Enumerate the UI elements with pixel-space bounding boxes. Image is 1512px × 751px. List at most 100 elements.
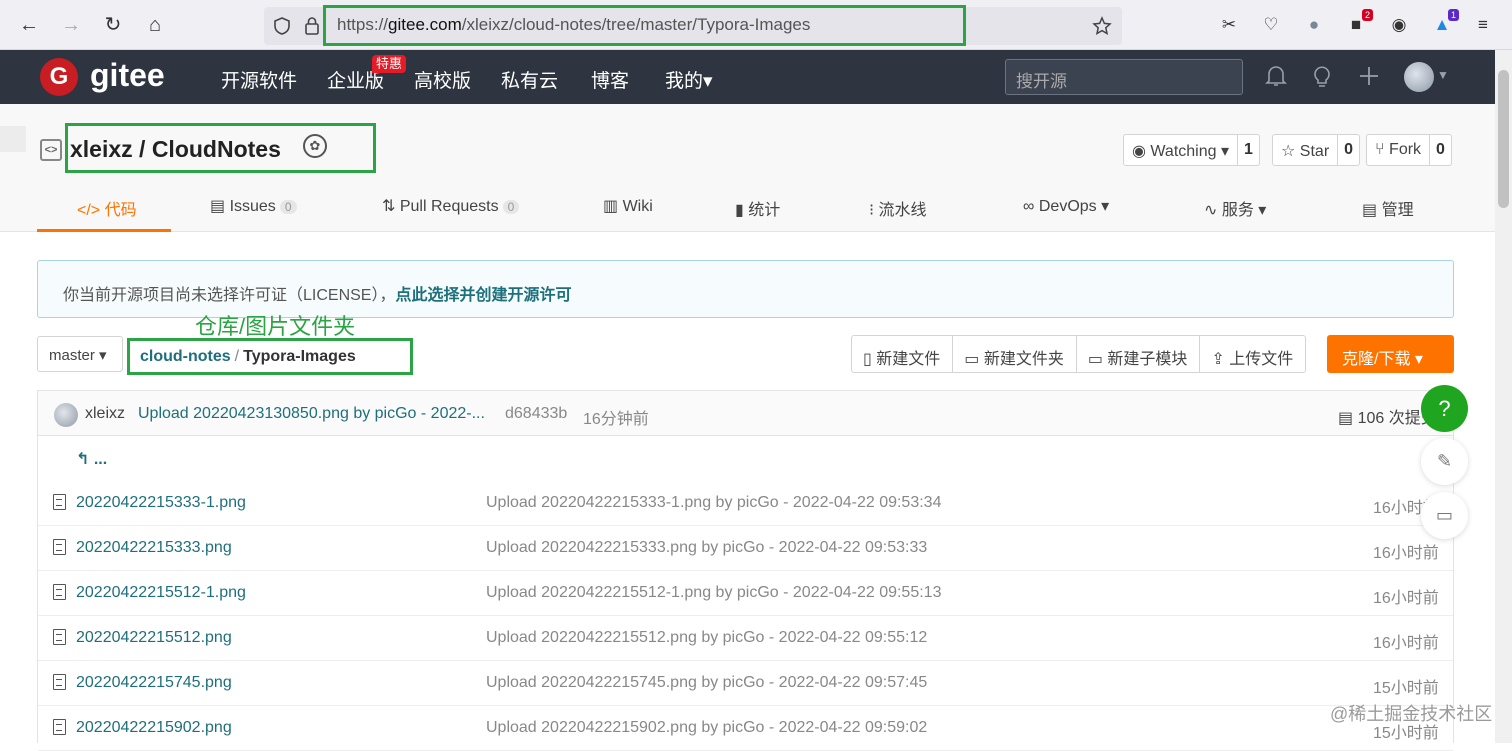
file-row[interactable]: 20220422215745.png Upload 20220422215745.… (38, 661, 1453, 706)
breadcrumb-separator: / (234, 348, 240, 365)
license-notice-text: 你当前开源项目尚未选择许可证（LICENSE）， (63, 287, 396, 304)
chat-icon[interactable]: ▭ (1421, 492, 1468, 539)
tab-code-label: </> 代码 (77, 202, 137, 219)
star-label-text: Star (1299, 143, 1330, 160)
watch-label[interactable]: ◉ Watching ▾ (1124, 135, 1237, 165)
screenshot-extension-icon[interactable]: ✂ (1218, 14, 1240, 36)
back-arrow-icon[interactable]: ← (16, 12, 42, 38)
tab-issues[interactable]: ▤ Issues 0 (210, 196, 297, 232)
file-commit-message[interactable]: Upload 20220422215512-1.png by picGo - 2… (486, 584, 941, 602)
breadcrumb: cloud-notes / Typora-Images (140, 348, 356, 366)
shield-icon[interactable] (273, 17, 291, 35)
watch-count[interactable]: 1 (1236, 135, 1259, 165)
url-path: /xleixz/cloud-notes/tree/master/Typora-I… (461, 15, 811, 34)
glasses-extension-icon[interactable]: ◉ (1388, 14, 1410, 36)
file-row[interactable]: 20220422215902.png Upload 20220422215902.… (38, 706, 1453, 751)
new-folder-button[interactable]: ▭ 新建文件夹 (952, 336, 1076, 372)
lightbulb-icon[interactable] (1311, 64, 1333, 88)
file-name-link[interactable]: 20220422215745.png (76, 674, 232, 692)
star-label[interactable]: ☆ Star (1273, 135, 1337, 165)
file-row[interactable]: 20220422215333-1.png Upload 2022042221533… (38, 481, 1453, 526)
parent-directory-link[interactable]: ↰ ... (76, 449, 107, 469)
bell-icon[interactable] (1265, 64, 1287, 88)
file-time: 15小时前 (1373, 680, 1439, 697)
url-text[interactable]: https://gitee.com/xleixz/cloud-notes/tre… (337, 15, 810, 35)
branch-select[interactable]: master ▾ (37, 336, 123, 372)
fork-count[interactable]: 0 (1429, 135, 1451, 165)
tab-wiki[interactable]: ▥ Wiki (603, 196, 653, 232)
scrollbar-thumb[interactable] (1498, 70, 1509, 208)
pocket-icon[interactable]: ♡ (1260, 14, 1282, 36)
fork-button[interactable]: ⑂ Fork 0 (1366, 134, 1452, 166)
extension-icon-2[interactable]: ▲ 1 (1431, 9, 1459, 36)
tab-stats[interactable]: ▮ 统计 (735, 196, 780, 232)
fork-label[interactable]: ⑂ Fork (1367, 135, 1429, 165)
plus-icon[interactable] (1358, 64, 1380, 88)
nav-open-source[interactable]: 开源软件 (221, 66, 297, 93)
file-name-link[interactable]: 20220422215512-1.png (76, 584, 246, 602)
file-name-link[interactable]: 20220422215512.png (76, 629, 232, 647)
tab-pull-requests[interactable]: ⇅ Pull Requests 0 (382, 196, 520, 232)
new-submodule-button[interactable]: ▭ 新建子模块 (1075, 336, 1200, 372)
repo-title-annotation-box (65, 123, 376, 173)
search-input[interactable]: 搜开源 (1005, 59, 1243, 95)
extension-icon[interactable]: ■ 2 (1345, 9, 1373, 36)
star-button[interactable]: ☆ Star 0 (1272, 134, 1361, 166)
clone-download-button[interactable]: 克隆/下载 ▾ (1327, 335, 1454, 373)
lock-icon[interactable] (304, 16, 320, 36)
new-file-button[interactable]: ▯ 新建文件 (852, 336, 952, 372)
tab-services[interactable]: ∿ 服务 ▾ (1204, 196, 1266, 232)
home-icon[interactable]: ⌂ (142, 12, 168, 38)
chevron-down-icon[interactable]: ▼ (1437, 68, 1449, 82)
parent-directory-row[interactable]: ↰ ... (38, 437, 1453, 481)
user-avatar[interactable] (1404, 62, 1434, 92)
commit-hash[interactable]: d68433b (505, 405, 567, 423)
nav-mine[interactable]: 我的▾ (665, 66, 713, 93)
file-name-link[interactable]: 20220422215333.png (76, 539, 232, 557)
commit-message[interactable]: Upload 20220423130850.png by picGo - 202… (138, 405, 485, 423)
file-time: 16小时前 (1373, 590, 1439, 607)
file-row[interactable]: 20220422215512-1.png Upload 2022042221551… (38, 571, 1453, 616)
file-commit-message[interactable]: Upload 20220422215745.png by picGo - 202… (486, 674, 927, 692)
account-extension-icon[interactable]: ● (1303, 14, 1325, 36)
watch-button[interactable]: ◉ Watching ▾ 1 (1123, 134, 1260, 166)
side-panel-toggle[interactable] (0, 126, 26, 152)
gitee-logo-text[interactable]: gitee (90, 57, 165, 94)
commit-author-avatar[interactable] (54, 403, 78, 427)
nav-blog[interactable]: 博客 (591, 66, 629, 93)
file-icon (53, 719, 66, 735)
file-name-link[interactable]: 20220422215333-1.png (76, 494, 246, 512)
menu-icon[interactable]: ≡ (1472, 14, 1494, 36)
nav-private-cloud[interactable]: 私有云 (501, 66, 558, 93)
watermark: @稀土掘金技术社区 (1330, 704, 1493, 724)
nav-university[interactable]: 高校版 (414, 66, 471, 93)
file-row[interactable]: 20220422215333.png Upload 20220422215333.… (38, 526, 1453, 571)
file-commit-message[interactable]: Upload 20220422215512.png by picGo - 202… (486, 629, 927, 647)
star-count[interactable]: 0 (1337, 135, 1359, 165)
help-button[interactable]: ? (1421, 385, 1468, 432)
file-time: 16小时前 (1373, 635, 1439, 652)
forward-arrow-icon[interactable]: → (58, 12, 84, 38)
commit-author[interactable]: xleixz (85, 405, 125, 423)
page-scrollbar[interactable] (1495, 50, 1512, 743)
tab-code[interactable]: </> 代码 (37, 196, 171, 232)
edit-feedback-icon[interactable]: ✎ (1421, 438, 1468, 485)
tab-devops[interactable]: ∞ DevOps ▾ (1023, 196, 1109, 232)
gitee-logo-icon[interactable]: G (40, 58, 78, 96)
tab-pipeline[interactable]: ⁝ 流水线 (869, 196, 927, 232)
file-row[interactable]: 20220422215512.png Upload 20220422215512.… (38, 616, 1453, 661)
promo-tag: 特惠 (372, 55, 407, 73)
tab-manage[interactable]: ▤ 管理 (1362, 196, 1414, 232)
breadcrumb-root-link[interactable]: cloud-notes (140, 348, 231, 365)
file-commit-message[interactable]: Upload 20220422215902.png by picGo - 202… (486, 719, 927, 737)
create-license-link[interactable]: 点此选择并创建开源许可 (395, 287, 571, 304)
file-commit-message[interactable]: Upload 20220422215333-1.png by picGo - 2… (486, 494, 941, 512)
upload-file-button[interactable]: ⇪ 上传文件 (1199, 336, 1305, 372)
tab-manage-label: 管理 (1381, 202, 1414, 219)
pr-count: 0 (502, 200, 520, 214)
bookmark-star-icon[interactable] (1092, 16, 1112, 36)
file-commit-message[interactable]: Upload 20220422215333.png by picGo - 202… (486, 539, 927, 557)
reload-icon[interactable]: ↻ (100, 12, 126, 38)
tab-services-label: 服务 ▾ (1221, 202, 1267, 219)
file-name-link[interactable]: 20220422215902.png (76, 719, 232, 737)
